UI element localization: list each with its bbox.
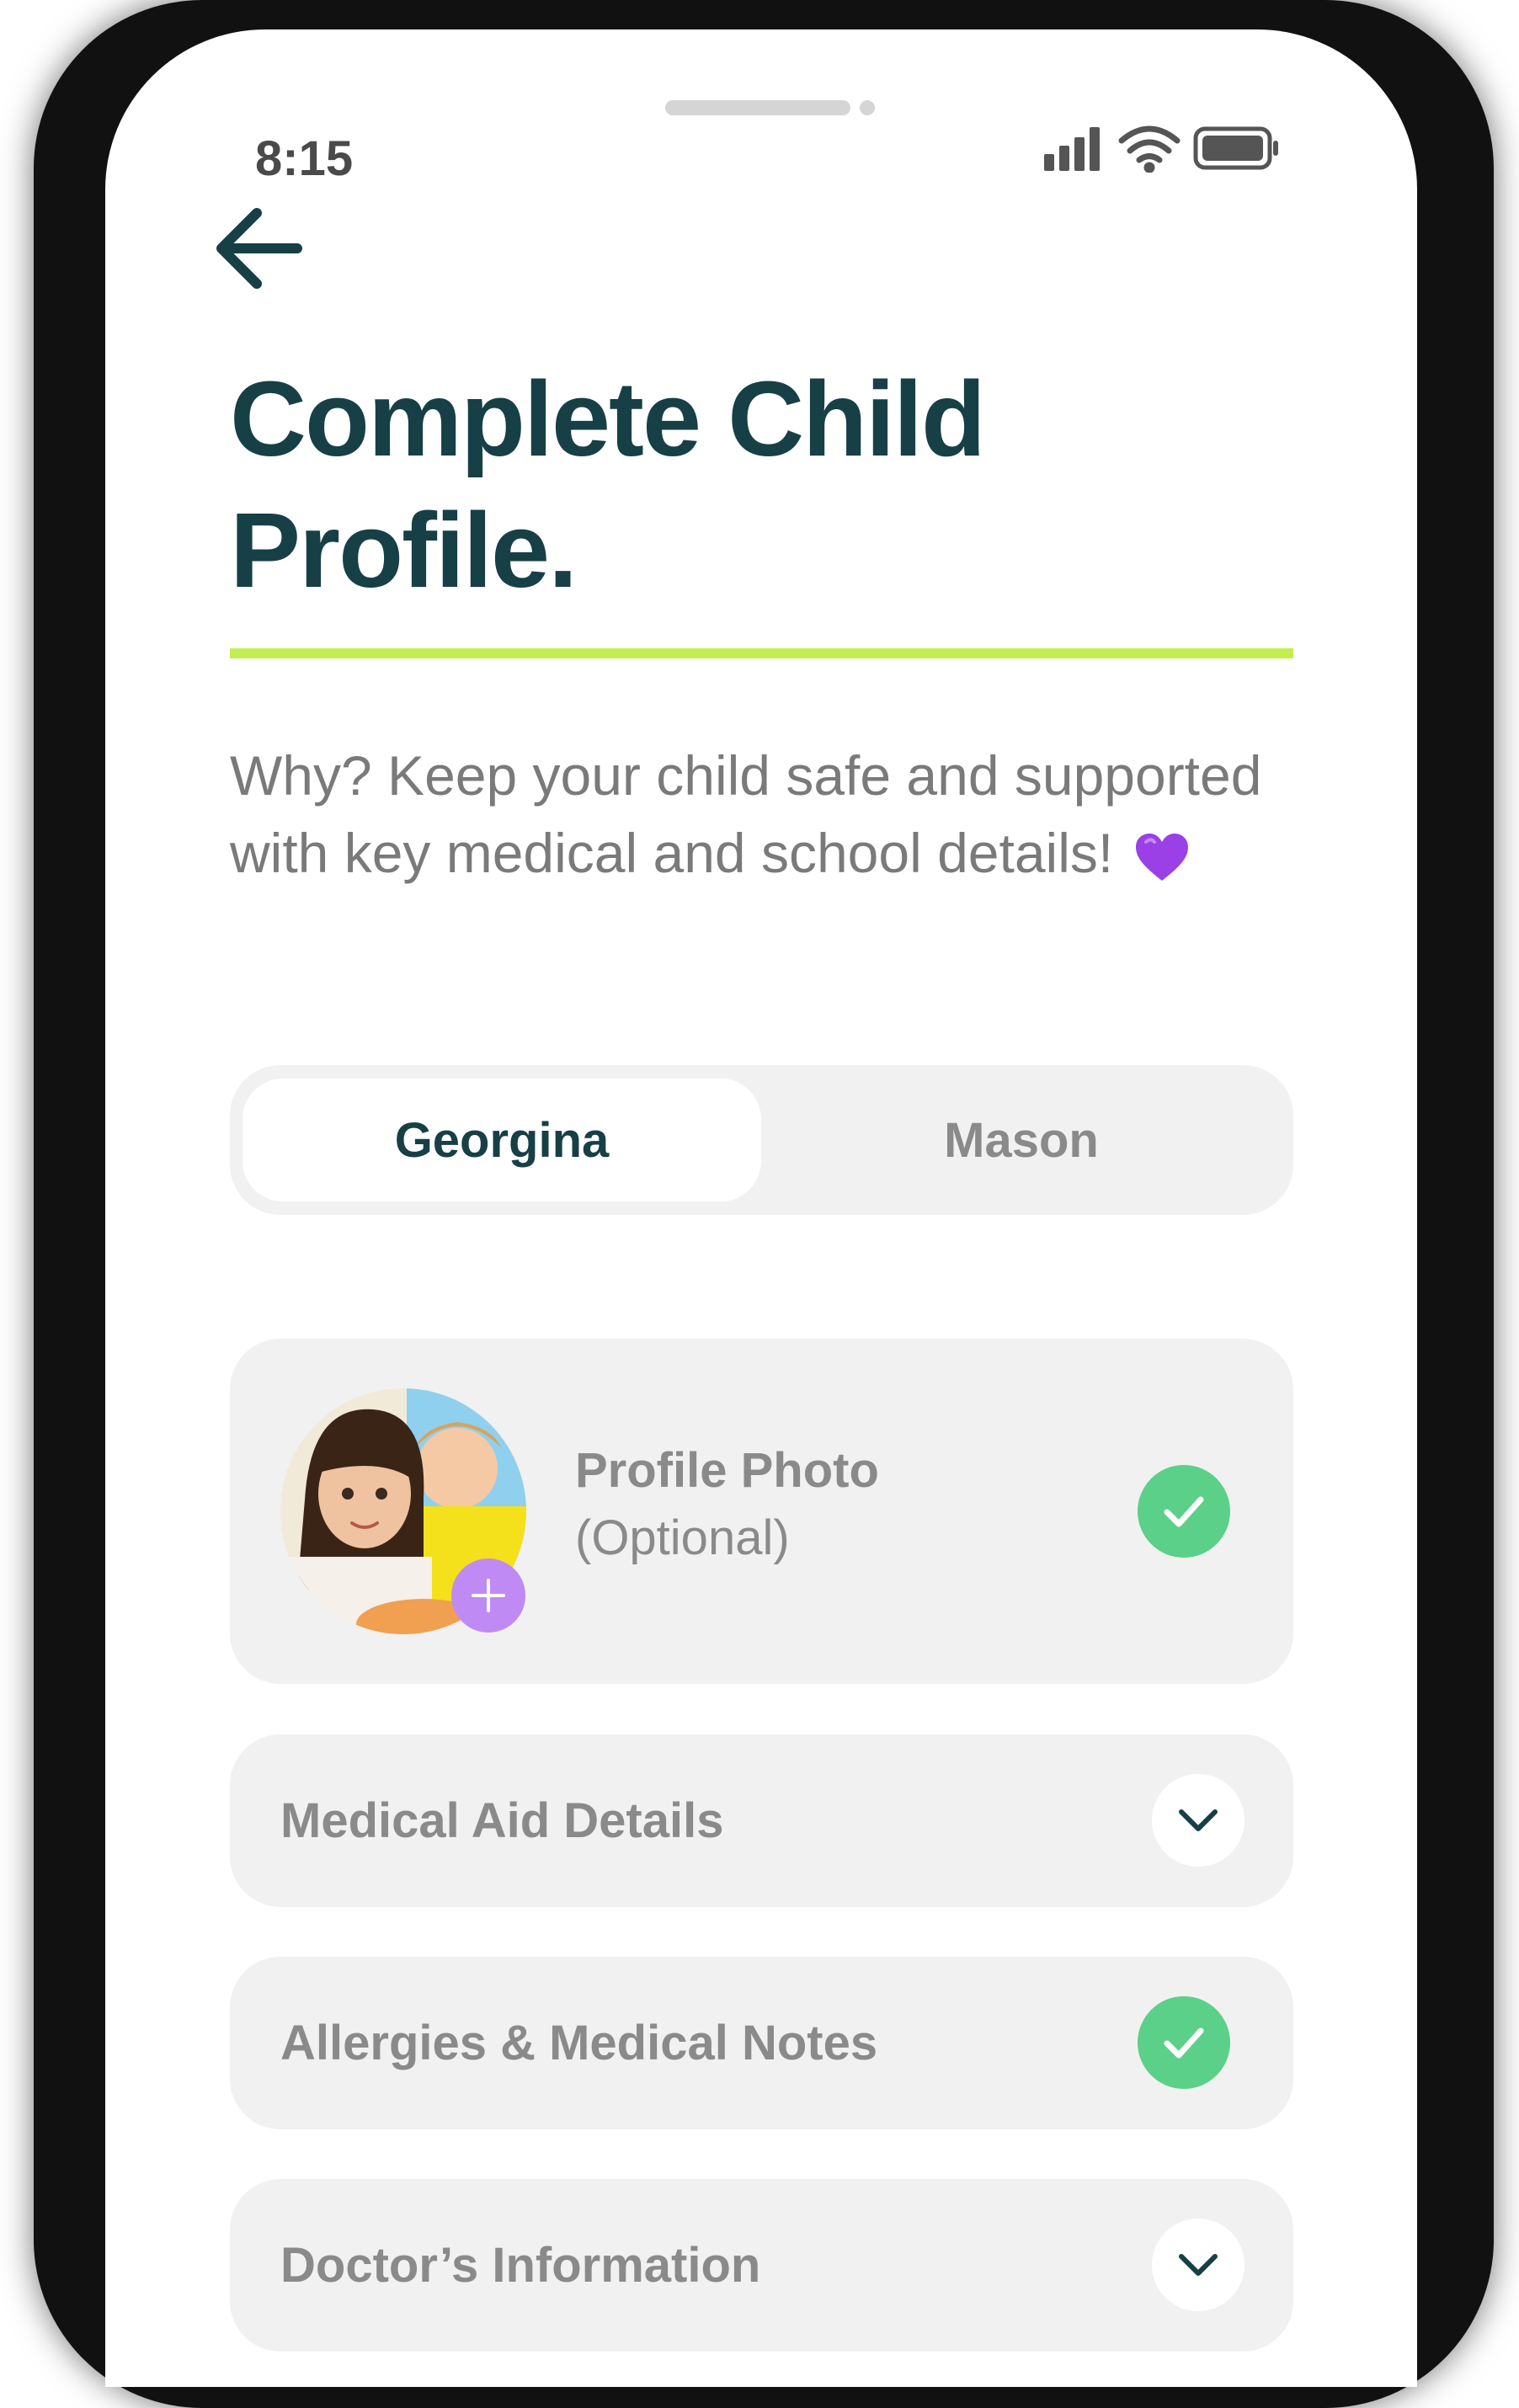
battery-icon <box>1193 126 1278 170</box>
tab-mason[interactable]: Mason <box>762 1079 1281 1201</box>
page-title: Complete Child Profile. <box>230 354 1324 616</box>
medical-aid-card[interactable]: Medical Aid Details <box>230 1734 1293 1907</box>
status-time: 8:15 <box>255 131 354 186</box>
child-tabs: Georgina Mason <box>230 1065 1293 1215</box>
add-photo-button[interactable] <box>451 1558 525 1633</box>
notch-pill <box>665 100 850 115</box>
check-icon <box>1164 2027 1204 2059</box>
page-title-line-2: Profile. <box>230 491 578 610</box>
allergies-card[interactable]: Allergies & Medical Notes <box>230 1957 1293 2129</box>
doctor-info-expand-button[interactable] <box>1152 2219 1245 2311</box>
page-title-line-1: Complete Child <box>230 360 986 478</box>
profile-photo-label: Profile Photo <box>575 1443 879 1498</box>
profile-photo-card[interactable]: Profile Photo (Optional) <box>230 1339 1293 1684</box>
signal-icon <box>1044 127 1100 171</box>
subtitle-text: Why? Keep your child safe and supported … <box>230 744 1262 884</box>
medical-aid-label: Medical Aid Details <box>280 1793 724 1848</box>
plus-icon <box>472 1579 505 1612</box>
doctor-info-card[interactable]: Doctor’s Information <box>230 2179 1293 2352</box>
medical-aid-expand-button[interactable] <box>1152 1774 1245 1867</box>
status-icons <box>1044 125 1278 173</box>
wifi-icon <box>1118 125 1181 173</box>
app-screen: 8:15 Complete Child Profile. Why? Keep y… <box>105 29 1417 2387</box>
tab-georgina[interactable]: Georgina <box>243 1079 761 1201</box>
profile-photo-sublabel: (Optional) <box>575 1510 790 1565</box>
subtitle: Why? Keep your child safe and supported … <box>230 737 1324 892</box>
check-icon <box>1164 1496 1204 1527</box>
doctor-info-label: Doctor’s Information <box>280 2238 761 2293</box>
back-button[interactable] <box>198 189 316 307</box>
chevron-down-icon <box>1179 1809 1218 1831</box>
notch-dot <box>860 100 875 115</box>
allergies-check-badge <box>1138 1996 1230 2089</box>
allergies-label: Allergies & Medical Notes <box>280 2016 878 2070</box>
purple-heart-icon <box>1135 833 1188 881</box>
arrow-left-icon <box>216 208 302 289</box>
title-underline <box>230 648 1293 658</box>
chevron-down-icon <box>1179 2254 1218 2276</box>
profile-photo-check-badge <box>1138 1465 1230 1558</box>
